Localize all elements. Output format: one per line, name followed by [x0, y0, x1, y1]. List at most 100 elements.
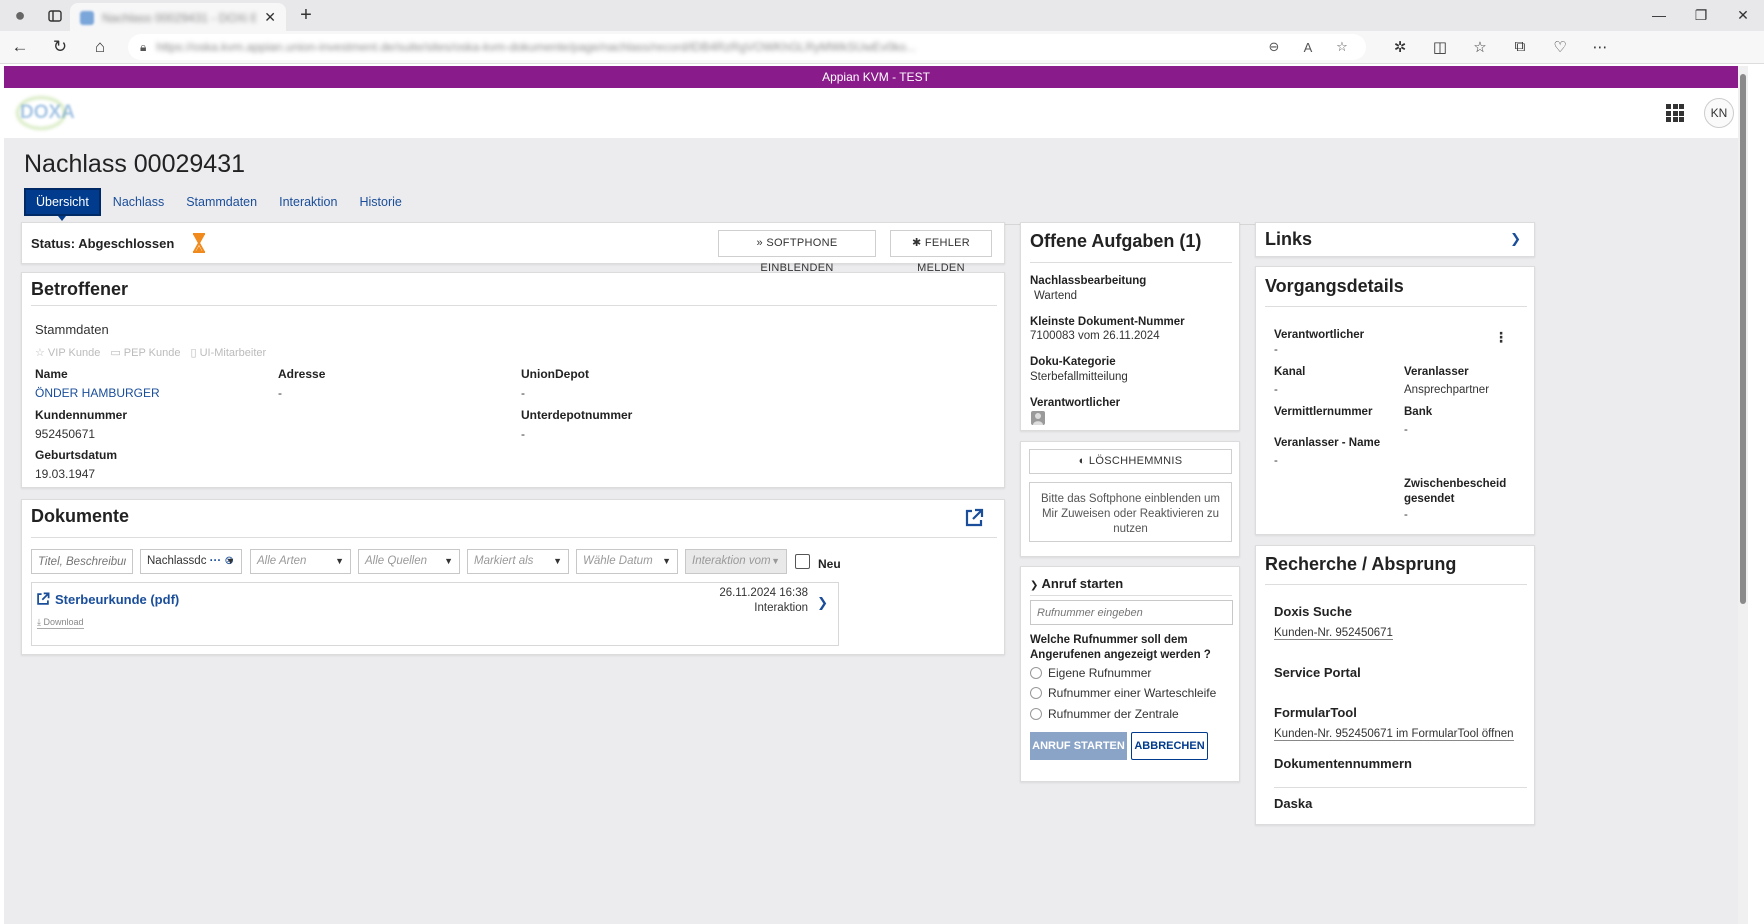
chevron-right-icon[interactable]: ❯ [1510, 231, 1521, 247]
browser-essentials-icon[interactable]: ♡ [1540, 38, 1580, 56]
restore-icon[interactable]: ❐ [1680, 7, 1722, 24]
user-avatar[interactable]: KN [1704, 98, 1734, 128]
datum-filter-value: Wähle Datum [583, 555, 653, 567]
document-external-icon [36, 592, 50, 609]
doku-kategorie-value: Sterbefallmitteilung [1030, 371, 1128, 383]
veranlasser-name-label: Veranlasser - Name [1274, 437, 1381, 449]
radio-eigene-rufnummer[interactable]: Eigene Rufnummer [1030, 666, 1151, 680]
tab-interaktion[interactable]: Interaktion [269, 190, 347, 214]
new-tab-icon[interactable]: + [286, 4, 326, 27]
softphone-button[interactable]: » SOFTPHONE EINBLENDEN [718, 230, 876, 274]
radio-label: Eigene Rufnummer [1048, 666, 1152, 680]
fehler-melden-label: FEHLER MELDEN [917, 237, 971, 274]
tab-nachlass[interactable]: Nachlass [103, 190, 174, 214]
document-item[interactable]: Sterbeurkunde (pdf) ⤓ Download 26.11.202… [31, 582, 839, 646]
formulartool-link[interactable]: Kunden-Nr. 952450671 im FormularTool öff… [1274, 728, 1514, 741]
nachlass-filter[interactable]: Nachlassdc ··· ⊗ ▼ [140, 549, 242, 574]
radio-zentrale[interactable]: Rufnummer der Zentrale [1030, 707, 1179, 721]
geburtsdatum-value: 19.03.1947 [35, 467, 96, 481]
links-card[interactable]: Links ❯ [1255, 222, 1535, 257]
fehler-melden-button[interactable]: ✱ FEHLER MELDEN [890, 230, 992, 274]
favorites-icon[interactable]: ☆ [1460, 38, 1500, 56]
name-label: Name [35, 367, 68, 381]
neu-label: Neu [818, 557, 841, 571]
vorgangsdetails-card: Vorgangsdetails ⋮ Verantwortlicher - Kan… [1255, 266, 1535, 535]
anruf-section-header[interactable]: ❯ Anruf starten [1030, 576, 1123, 591]
reload-icon[interactable]: ↻ [40, 37, 80, 57]
split-screen-icon[interactable]: ◫ [1420, 38, 1460, 56]
zoom-icon[interactable]: ⊖ [1262, 39, 1286, 55]
unterdepot-label: Unterdepotnummer [521, 408, 633, 422]
app-area: Appian KVM - TEST DOXA KN Nachlass 00029… [4, 66, 1748, 924]
profile-icon[interactable]: ● [0, 5, 40, 26]
logo-text: DOXA [20, 102, 75, 123]
app-logo[interactable]: DOXA [16, 94, 75, 132]
quellen-filter[interactable]: Alle Quellen ▼ [358, 549, 460, 574]
kebab-menu-icon[interactable]: ⋮ [1494, 329, 1508, 346]
chevron-right-icon[interactable]: ❯ [817, 595, 828, 611]
lock-icon[interactable]: 🔒︎ [140, 40, 146, 55]
doxis-link[interactable]: Kunden-Nr. 952450671 [1274, 627, 1393, 640]
address-bar[interactable]: 🔒︎ https://oska.kvm.appian.union-investm… [128, 34, 1366, 60]
interaktion-filter: Interaktion vom ▼ [685, 549, 787, 574]
home-icon[interactable]: ⌂ [80, 37, 120, 57]
arten-filter[interactable]: Alle Arten ▼ [250, 549, 351, 574]
window-close-icon[interactable]: ✕ [1722, 7, 1764, 24]
anruf-starten-button: ANRUF STARTEN [1030, 732, 1127, 760]
favorite-star-icon[interactable]: ☆ [1330, 39, 1354, 55]
loeschhemmnis-button[interactable]: ◐ LÖSCHHEMMNIS [1029, 449, 1232, 474]
url-text: https://oska.kvm.appian.union-investment… [156, 40, 917, 54]
back-icon[interactable]: ← [0, 37, 40, 57]
dokumentennummern-label: Dokumentennummern [1274, 756, 1412, 771]
dokument-search-input[interactable] [31, 549, 133, 574]
environment-banner: Appian KVM - TEST [4, 66, 1748, 88]
rufnummer-input[interactable] [1030, 600, 1233, 625]
loeschhemmnis-label: LÖSCHHEMMNIS [1088, 455, 1183, 467]
more-menu-icon[interactable]: ⋯ [1580, 38, 1620, 56]
download-label: Download [43, 617, 84, 627]
name-link[interactable]: ÖNDER HAMBURGER [35, 386, 160, 400]
tab-stammdaten[interactable]: Stammdaten [176, 190, 267, 214]
radio-warteschleife[interactable]: Rufnummer einer Warteschleife [1030, 686, 1216, 700]
radio-circle[interactable] [1030, 667, 1042, 679]
tab-close-icon[interactable]: ✕ [264, 9, 276, 26]
radio-circle[interactable] [1030, 708, 1042, 720]
datum-filter[interactable]: Wähle Datum ▼ [576, 549, 678, 574]
doku-kategorie-label: Doku-Kategorie [1030, 356, 1116, 368]
radio-circle[interactable] [1030, 687, 1042, 699]
vorgang-title: Vorgangsdetails [1265, 276, 1404, 296]
minimize-icon[interactable]: — [1638, 7, 1680, 24]
document-download-link[interactable]: ⤓ Download [37, 617, 84, 629]
scrollbar-thumb[interactable] [1740, 74, 1746, 604]
extensions-icon[interactable]: ✲ [1380, 38, 1420, 56]
recherche-card: Recherche / Absprung Doxis Suche Kunden-… [1255, 545, 1535, 825]
betroffener-card: Betroffener Stammdaten ☆ VIP Kunde ▭ PEP… [21, 272, 1005, 488]
vip-flag: ☆ VIP Kunde [35, 347, 101, 359]
collections-icon[interactable]: ⧉ [1500, 38, 1540, 56]
open-external-icon[interactable] [964, 508, 984, 531]
tab-historie[interactable]: Historie [349, 190, 411, 214]
app-launcher-icon[interactable] [1666, 104, 1684, 122]
recherche-title: Recherche / Absprung [1265, 554, 1457, 574]
browser-tabbar: ● Nachlass 00029431 - DOXi Bera ✕ + — ❐ … [0, 0, 1764, 32]
markiert-filter-value: Markiert als [474, 555, 534, 567]
document-source: Interaktion [754, 602, 808, 614]
document-title[interactable]: Sterbeurkunde (pdf) [55, 592, 179, 607]
tab-favicon-icon [80, 10, 94, 25]
browser-tab[interactable]: Nachlass 00029431 - DOXi Bera ✕ [70, 3, 286, 32]
vip-flag-label: VIP Kunde [47, 347, 101, 359]
service-portal-label[interactable]: Service Portal [1274, 665, 1361, 680]
interaktion-filter-value: Interaktion vom [692, 555, 771, 567]
page-scrollbar[interactable] [1738, 66, 1748, 924]
markiert-filter[interactable]: Markiert als ▼ [467, 549, 569, 574]
neu-checkbox[interactable] [795, 554, 810, 569]
read-aloud-icon[interactable]: A [1296, 40, 1320, 55]
abbrechen-button[interactable]: ABBRECHEN [1131, 732, 1208, 760]
kanal-value: - [1274, 384, 1278, 396]
tab-uebersicht[interactable]: Übersicht [24, 188, 101, 221]
tab-actions-icon[interactable] [40, 9, 70, 23]
verantwortlicher-label: Verantwortlicher [1274, 329, 1365, 341]
kleinste-dok-nr-label: Kleinste Dokument-Nummer [1030, 316, 1185, 328]
nachlassbearbeitung-label: Nachlassbearbeitung [1030, 275, 1147, 287]
rufnummer-question: Welche Rufnummer soll dem Angerufenen an… [1030, 634, 1211, 661]
